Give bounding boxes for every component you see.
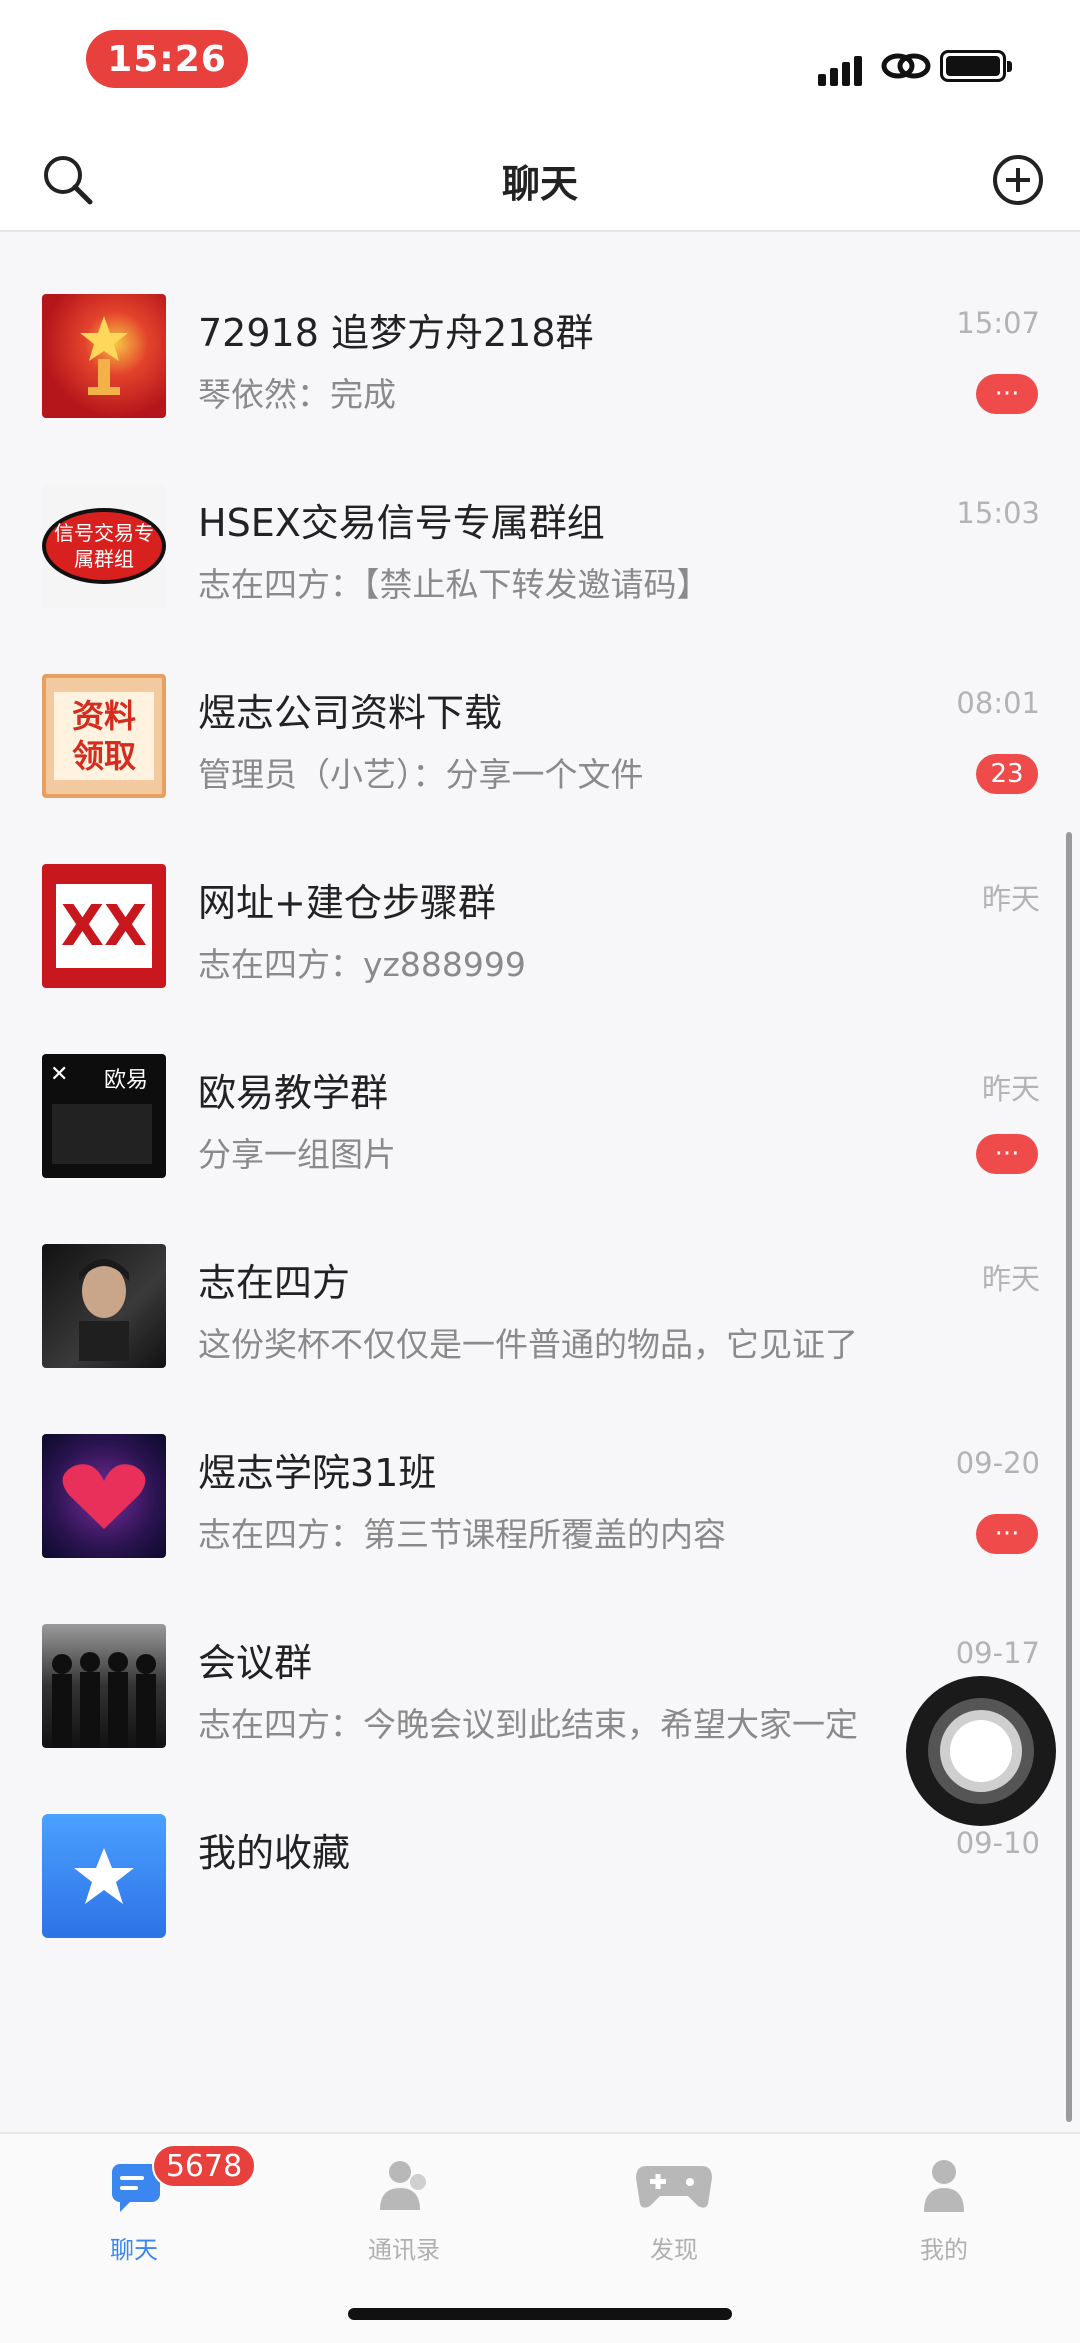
tab-discover[interactable]: 发现 [604,2148,744,2268]
tab-label: 通讯录 [368,2236,440,2264]
chat-name: 72918 追梦方舟218群 [198,311,594,355]
chat-name: 煜志学院31班 [198,1451,437,1495]
chat-time: 09-17 [955,1636,1040,1670]
assistive-touch-button[interactable] [906,1676,1056,1826]
status-bar: 15:26 [0,0,1080,130]
chat-name: 煜志公司资料下载 [198,691,503,735]
profile-icon [924,2160,964,2212]
tab-me[interactable]: 我的 [874,2148,1014,2268]
chat-preview: 志在四方：今晚会议到此结束，希望大家一定 [198,1705,858,1744]
chat-preview: 志在四方：【禁止私下转发邀请码】 [198,565,710,604]
chat-preview: 分享一组图片 [198,1135,396,1174]
chat-time: 15:03 [956,496,1040,530]
contacts-icon [380,2161,426,2210]
chat-row[interactable]: XX 网址+建仓步骤群 志在四方：yz888999 昨天 [0,802,1080,992]
chat-name: 网址+建仓步骤群 [198,881,496,925]
group-avatar [42,1624,166,1748]
chat-time: 09-20 [955,1446,1040,1480]
chat-time: 08:01 [956,686,1040,720]
group-avatar: XX [42,864,166,988]
tab-label: 发现 [650,2236,698,2264]
unread-badge: 23 [976,754,1038,794]
avatar-text: XX [56,884,152,968]
favorites-avatar [42,1814,166,1938]
chat-preview: 琴依然：完成 [198,375,396,414]
nav-bar: 聊天 [0,130,1080,232]
group-avatar: ✕ 欧易 [42,1054,166,1178]
trophy-icon [80,316,128,395]
chat-preview: 这份奖杯不仅仅是一件普通的物品，它见证了 [198,1325,858,1364]
avatar-text: 欧易 [104,1068,149,1093]
chat-time: 15:07 [956,306,1040,340]
link-icon [881,53,931,79]
battery-icon [940,50,1012,82]
group-avatar: 资料领取 [42,674,166,798]
star-icon [74,1848,134,1904]
chat-time: 09-10 [955,1826,1040,1860]
user-avatar [42,1244,166,1368]
unread-total-badge: 5678 [152,2144,256,2188]
avatar-text: 资料领取 [54,692,154,780]
tab-label: 聊天 [110,2236,158,2264]
chat-row[interactable]: 信号交易专属群组 HSEX交易信号专属群组 志在四方：【禁止私下转发邀请码】 1… [0,422,1080,612]
add-icon[interactable] [986,148,1050,212]
chat-row[interactable]: 72918 追梦方舟218群 琴依然：完成 15:07 ··· [0,232,1080,422]
group-avatar [42,294,166,418]
group-avatar: 信号交易专属群组 [42,484,166,608]
chat-row[interactable]: 煜志学院31班 志在四方：第三节课程所覆盖的内容 09-20 ··· [0,1372,1080,1562]
unread-badge: ··· [976,374,1038,414]
status-time: 15:26 [86,30,248,88]
chat-name: HSEX交易信号专属群组 [198,501,605,545]
chat-time: 昨天 [981,1072,1040,1106]
businessmen-photo [52,1652,156,1748]
gamepad-icon [636,2166,712,2208]
chat-preview: 志在四方：yz888999 [198,945,526,984]
chat-name: 我的收藏 [198,1831,351,1875]
chat-time: 昨天 [981,1262,1040,1296]
chat-name: 欧易教学群 [198,1071,389,1115]
scrollbar[interactable] [1066,832,1072,2122]
unread-badge: ··· [976,1134,1038,1174]
chat-name: 志在四方 [198,1261,351,1305]
group-avatar [42,1434,166,1558]
home-indicator[interactable] [348,2308,732,2320]
tab-contacts[interactable]: 通讯录 [334,2148,474,2268]
avatar-text: 信号交易专属群组 [42,508,166,584]
person-photo [79,1259,129,1361]
chat-list[interactable]: 72918 追梦方舟218群 琴依然：完成 15:07 ··· 信号交易专属群组… [0,232,1080,2132]
chat-preview: 志在四方：第三节课程所覆盖的内容 [198,1515,726,1554]
tab-label: 我的 [920,2236,968,2264]
chat-name: 会议群 [198,1641,313,1685]
okx-logo-icon: ✕ [50,1062,69,1087]
chat-preview: 管理员（小艺）：分享一个文件 [198,755,644,794]
chat-time: 昨天 [981,882,1040,916]
signal-icon [818,52,870,86]
heart-icon [62,1464,146,1529]
unread-badge: ··· [976,1514,1038,1554]
page-title: 聊天 [501,161,578,206]
chat-row[interactable]: 志在四方 这份奖杯不仅仅是一件普通的物品，它见证了 昨天 [0,1182,1080,1372]
chat-row[interactable]: 资料领取 煜志公司资料下载 管理员（小艺）：分享一个文件 08:01 23 [0,612,1080,802]
chat-row[interactable]: ✕ 欧易 欧易教学群 分享一组图片 昨天 ··· [0,992,1080,1182]
